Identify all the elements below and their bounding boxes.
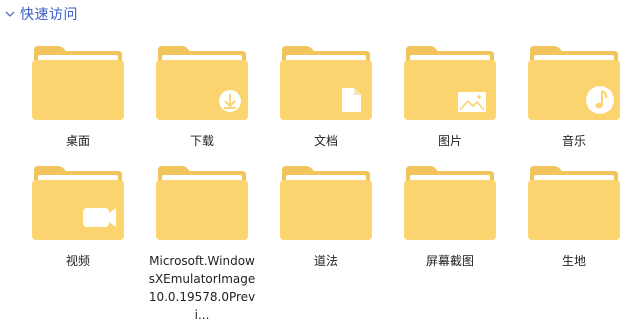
folder-label: 桌面 (65, 134, 90, 148)
folder-label: 屏幕截图 (425, 254, 474, 268)
folder-icon (32, 166, 124, 240)
music-note-icon (586, 86, 614, 114)
folder-icon (404, 46, 496, 120)
folder-icon (528, 46, 620, 120)
folder-item-music[interactable]: 音乐 (515, 42, 627, 150)
folder-icon (404, 166, 496, 240)
folder-label: 图片 (437, 134, 462, 148)
folder-item-downloads[interactable]: 下载 (143, 42, 261, 150)
picture-icon (458, 92, 486, 112)
folder-icon (528, 166, 620, 240)
folder-icon (280, 46, 372, 120)
folder-item-pictures[interactable]: 图片 (391, 42, 509, 150)
folder-item-shengdi[interactable]: 生地 (515, 162, 627, 270)
folder-label: 生地 (561, 254, 586, 268)
quick-access-panel: 快速访问 桌面 下载 文档 图片 音乐 视频 Microsoft.Windows… (0, 0, 627, 330)
folder-item-emulator-image[interactable]: Microsoft.WindowsXEmulatorImage10.0.1957… (143, 162, 261, 324)
folder-label: 下载 (189, 134, 214, 148)
folder-label: Microsoft.WindowsXEmulatorImage10.0.1957… (148, 254, 256, 322)
folder-item-documents[interactable]: 文档 (267, 42, 385, 150)
download-icon (219, 90, 241, 112)
folder-icon (156, 46, 248, 120)
folder-label: 视频 (65, 254, 90, 268)
folder-icon (156, 166, 248, 240)
folder-label: 文档 (313, 134, 338, 148)
folder-label: 音乐 (561, 134, 586, 148)
folder-label: 道法 (313, 254, 338, 268)
folder-item-videos[interactable]: 视频 (19, 162, 137, 270)
folder-item-desktop[interactable]: 桌面 (19, 42, 137, 150)
folder-item-daofa[interactable]: 道法 (267, 162, 385, 270)
folder-icon (280, 166, 372, 240)
folder-icon (32, 46, 124, 120)
folder-grid: 桌面 下载 文档 图片 音乐 视频 Microsoft.WindowsXEmul… (0, 0, 627, 330)
folder-item-screenshots[interactable]: 屏幕截图 (391, 162, 509, 270)
